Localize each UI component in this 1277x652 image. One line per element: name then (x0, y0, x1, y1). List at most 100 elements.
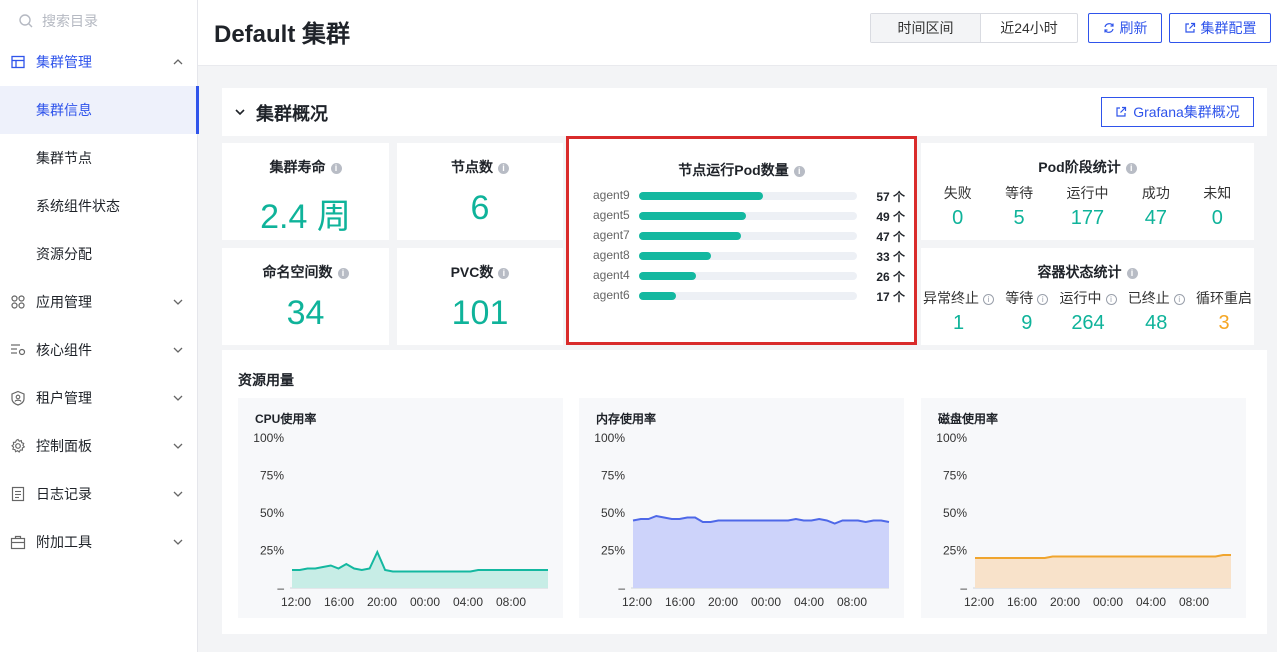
time-range-selector[interactable]: 时间区间 近24小时 (870, 13, 1078, 43)
node-pod-row: agent7 47 个 (593, 228, 905, 244)
node-pod-bar (639, 252, 711, 260)
pod-phase-pending: 等待 5 (1005, 185, 1034, 229)
node-pod-row: agent9 57 个 (593, 188, 905, 204)
node-pod-bar-track (639, 232, 857, 240)
info-icon[interactable]: i (793, 166, 805, 177)
usage-area (975, 555, 1231, 588)
stat-value: 2.4 周 (260, 198, 351, 236)
chevron-down-icon (173, 443, 183, 449)
container-crashloop: 循环重启 3 (1196, 290, 1252, 334)
refresh-button[interactable]: 刷新 (1088, 13, 1162, 43)
chevron-down-icon (173, 539, 183, 545)
sidebar: 搜索目录 集群管理 集群信息 集群节点 系统组件状态 资源分配 应用管理 核心组… (0, 0, 199, 652)
y-tick-label: – (960, 581, 967, 595)
toolbox-icon (10, 535, 26, 550)
container-status-panel: 容器状态统计 i 异常终止 i 1 等待 i 9 运行中 i 264 已终止 i 48 循环重启 3 (921, 248, 1254, 345)
node-name: agent6 (593, 288, 630, 302)
y-tick-label: 100% (594, 431, 625, 445)
sidebar-item-control-panel[interactable]: 控制面板 (0, 422, 198, 470)
x-tick-label: 08:00 (837, 595, 867, 609)
page-title: Default 集群 (214, 21, 351, 48)
x-tick-label: 08:00 (496, 595, 526, 609)
time-range-label: 时间区间 (871, 14, 981, 42)
cpu-usage-chart: CPU使用率 100% 75% 50% 25% –12:00 16:00 20:00 00:0… (238, 398, 563, 618)
sidebar-item-cluster-nodes[interactable]: 集群节点 (0, 134, 198, 182)
pod-phase-succeeded: 成功 47 (1141, 185, 1170, 229)
x-tick-label: 00:00 (410, 595, 440, 609)
stat-label: 命名空间数 i (222, 262, 389, 282)
info-icon[interactable]: i (1173, 294, 1185, 305)
stat-tile-namespace-count: 命名空间数 i 34 (222, 248, 389, 345)
node-pod-title: 节点运行Pod数量 i (569, 160, 914, 180)
node-pod-bar-track (639, 192, 857, 200)
node-pod-count: 49 个 (876, 210, 905, 224)
y-tick-label: – (618, 581, 625, 595)
node-pod-row: agent6 17 个 (593, 288, 905, 304)
x-tick-label: 00:00 (1093, 595, 1123, 609)
y-tick-label: 75% (601, 469, 625, 483)
chevron-down-icon (173, 299, 183, 305)
y-tick-label: – (277, 581, 284, 595)
container-terminated-abnormal: 异常终止 i 1 (923, 288, 994, 335)
info-icon[interactable]: i (1126, 268, 1138, 279)
search-icon (19, 14, 33, 28)
node-pod-count: 17 个 (876, 290, 905, 304)
memory-chart-svg: 100% 75% 50% 25% –12:00 16:00 20:00 00:00 04:00 0… (594, 431, 890, 609)
search-box[interactable]: 搜索目录 (18, 11, 98, 31)
search-input[interactable]: 搜索目录 (42, 11, 98, 31)
info-icon[interactable]: i (498, 268, 510, 279)
container-waiting: 等待 i 9 (1005, 288, 1049, 335)
grafana-button-label: Grafana集群概况 (1133, 104, 1240, 120)
stat-value: 34 (286, 294, 325, 332)
grafana-overview-button[interactable]: Grafana集群概况 (1101, 97, 1254, 127)
node-pod-bar-track (639, 212, 857, 220)
info-icon[interactable]: i (1037, 294, 1049, 305)
sidebar-item-tenant-management[interactable]: 租户管理 (0, 374, 198, 422)
apps-icon (11, 295, 25, 309)
sidebar-item-system-components[interactable]: 系统组件状态 (0, 182, 198, 230)
y-tick-label: 50% (260, 506, 284, 520)
sidebar-item-cluster-info[interactable]: 集群信息 (0, 86, 199, 134)
pod-phase-panel: Pod阶段统计 i 失败 0 等待 5 运行中 177 成功 47 未知 0 (921, 143, 1254, 240)
info-icon[interactable]: i (1105, 294, 1117, 305)
info-icon[interactable]: i (983, 294, 994, 305)
refresh-label: 刷新 (1119, 20, 1148, 36)
x-tick-label: 00:00 (751, 595, 781, 609)
sidebar-item-resource-allocation[interactable]: 资源分配 (0, 230, 198, 278)
info-icon[interactable]: i (330, 163, 342, 174)
cluster-overview-card: 集群概况 Grafana集群概况 集群寿命 i 2.4 周 节点数 i 6 命名空间… (222, 88, 1267, 634)
usage-area (633, 516, 889, 588)
x-tick-label: 16:00 (665, 595, 695, 609)
sidebar-item-app-management[interactable]: 应用管理 (0, 278, 198, 326)
info-icon[interactable]: i (1125, 163, 1137, 174)
node-pod-bar (639, 212, 746, 220)
sidebar-item-label: 应用管理 (36, 294, 92, 310)
overview-title: 集群概况 (256, 104, 328, 124)
sidebar-item-core-components[interactable]: 核心组件 (0, 326, 198, 374)
stat-tile-node-count: 节点数 i 6 (397, 143, 563, 240)
info-icon[interactable]: i (498, 163, 509, 174)
external-link-icon (1116, 106, 1127, 117)
pod-phase-title: Pod阶段统计 i (921, 157, 1254, 177)
chevron-down-icon[interactable] (234, 106, 246, 118)
sidebar-item-cluster-management[interactable]: 集群管理 (0, 38, 198, 86)
info-icon[interactable]: i (337, 268, 349, 279)
stat-value: 6 (470, 189, 490, 227)
stat-label: 节点数 i (397, 157, 563, 177)
x-tick-label: 16:00 (324, 595, 354, 609)
stat-value: 101 (451, 294, 509, 332)
container-status-title: 容器状态统计 i (921, 262, 1254, 282)
x-tick-label: 04:00 (1136, 595, 1166, 609)
chevron-up-icon (173, 59, 183, 65)
overview-header[interactable]: 集群概况 Grafana集群概况 (222, 88, 1267, 136)
sidebar-item-logs[interactable]: 日志记录 (0, 470, 198, 518)
components-icon (11, 344, 26, 356)
y-tick-label: 25% (260, 544, 284, 558)
container-status-values: 异常终止 i 1 等待 i 9 运行中 i 264 已终止 i 48 循环重启 3 (921, 288, 1254, 335)
cluster-config-button[interactable]: 集群配置 (1169, 13, 1271, 43)
time-range-value[interactable]: 近24小时 (981, 14, 1077, 42)
node-name: agent7 (593, 228, 630, 242)
sidebar-item-addon-tools[interactable]: 附加工具 (0, 518, 198, 566)
stat-tile-cluster-age: 集群寿命 i 2.4 周 (222, 143, 389, 240)
disk-usage-chart: 磁盘使用率 100% 75% 50% 25% –12:00 16:00 20:00 00:00… (921, 398, 1246, 618)
